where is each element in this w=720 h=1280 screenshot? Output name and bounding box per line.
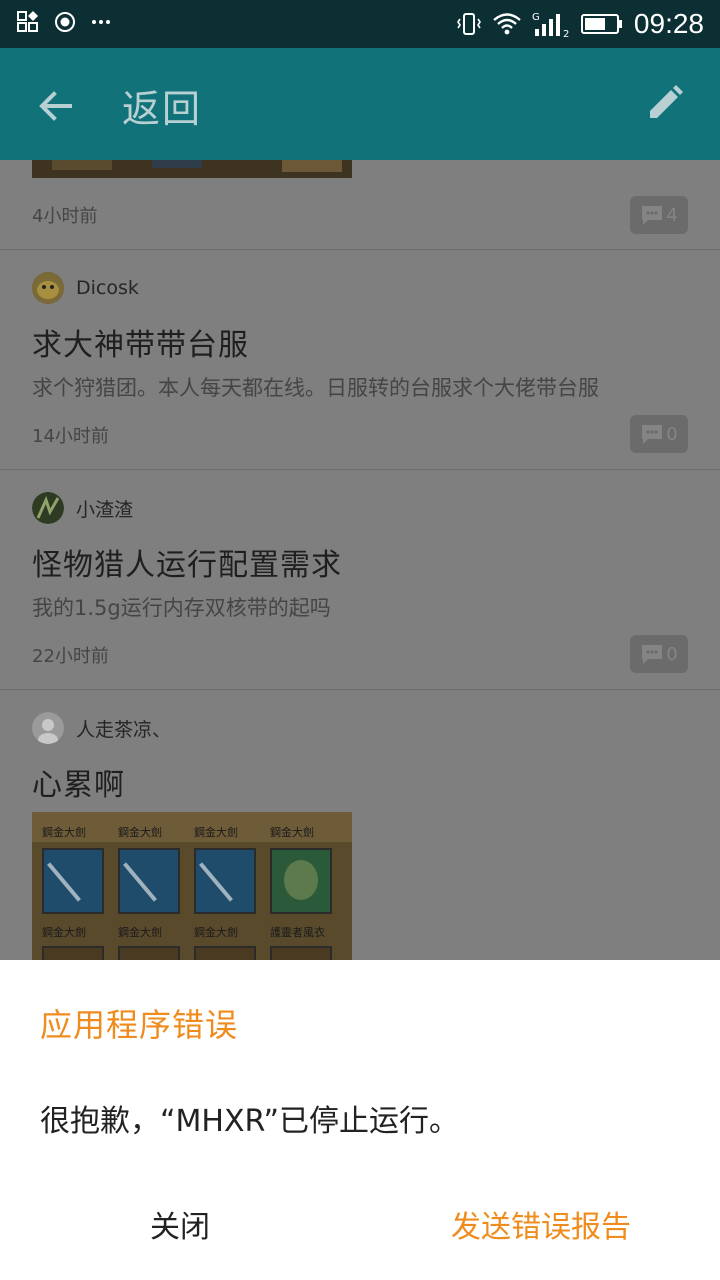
comment-count: 4 (666, 204, 678, 226)
author-name: 人走茶凉、 (76, 718, 172, 741)
status-icons-left (16, 10, 112, 34)
avatar (32, 272, 64, 304)
error-dialog: 应用程序错误 很抱歉，“MHXR”已停止运行。 关闭 发送错误报告 (0, 960, 720, 1280)
item-label: 鋼金大劍 (42, 926, 86, 939)
item-label: 鋼金大劍 (270, 826, 314, 839)
post-time: 14小时前 (32, 426, 109, 447)
post-image[interactable]: 鋼金大劍 鋼金大劍 鋼金大劍 鋼金大劍 鋼金大劍 鋼金大劍 鋼金大劍 護靈者風衣 (32, 812, 352, 960)
sim-index: 2 (563, 29, 569, 39)
status-bar: G 2 09:28 (0, 0, 720, 48)
item-label: 鋼金大劍 (194, 926, 238, 939)
author-name: Dicosk (76, 277, 139, 299)
post-title[interactable]: 求大神带带台服 (32, 320, 249, 364)
post-title[interactable]: 心累啊 (32, 760, 125, 804)
item-label: 鋼金大劍 (42, 826, 86, 839)
item-label: 護靈者風衣 (270, 926, 325, 939)
comment-icon (642, 645, 663, 664)
page-title[interactable]: 返回 (122, 78, 202, 133)
close-button[interactable]: 关闭 (80, 1198, 280, 1258)
status-icons-right: G 2 09:28 (456, 6, 704, 42)
more-dots-icon (92, 20, 110, 24)
comment-count-badge[interactable]: 4 (630, 196, 688, 234)
list-item[interactable]: 小渣渣 怪物猎人运行配置需求 我的1.5g运行内存双核带的起吗 22小时前 0 (0, 470, 720, 690)
post-excerpt: 求个狩猎团。本人每天都在线。日服转的台服求个大佬带台服 (32, 376, 599, 400)
comment-count: 0 (666, 643, 678, 665)
comment-count: 0 (666, 423, 678, 445)
wifi-icon (493, 13, 521, 35)
dialog-title: 应用程序错误 (40, 1006, 239, 1044)
post-excerpt: 我的1.5g运行内存双核带的起吗 (32, 596, 331, 620)
comment-icon (642, 425, 663, 444)
comment-icon (642, 206, 663, 225)
app-bar: 返回 (0, 48, 720, 160)
signal-icon: G 2 (532, 12, 569, 39)
arrow-left-icon[interactable] (34, 84, 78, 128)
avatar (32, 492, 64, 524)
app-grid-icon (17, 11, 38, 32)
item-label: 鋼金大劍 (118, 926, 162, 939)
post-image (32, 160, 352, 178)
list-item[interactable]: Dicosk 求大神带带台服 求个狩猎团。本人每天都在线。日服转的台服求个大佬带… (0, 250, 720, 470)
battery-icon (580, 14, 622, 34)
send-error-report-button[interactable]: 发送错误报告 (410, 1198, 672, 1258)
signal-label: G (532, 12, 540, 23)
author-name: 小渣渣 (76, 498, 134, 521)
list-item[interactable]: 人走茶凉、 心累啊 鋼金大劍 鋼金大劍 鋼金大劍 鋼金大劍 鋼金大劍 鋼金大劍 … (0, 690, 720, 960)
post-author[interactable]: Dicosk (32, 272, 139, 304)
pencil-icon[interactable] (642, 82, 686, 126)
avatar (32, 712, 64, 744)
item-label: 鋼金大劍 (194, 826, 238, 839)
post-list: 4小时前 4 Dicosk 求大神带带台服 求个狩猎团。本人每天都在线。日服转的… (0, 160, 720, 960)
list-item[interactable]: 4小时前 4 (0, 160, 720, 250)
status-time: 09:28 (633, 8, 704, 39)
dialog-message: 很抱歉，“MHXR”已停止运行。 (40, 1104, 460, 1139)
post-author[interactable]: 人走茶凉、 (32, 712, 171, 744)
post-author[interactable]: 小渣渣 (32, 492, 133, 524)
post-time: 22小时前 (32, 646, 109, 667)
vibrate-icon (456, 13, 481, 35)
item-label: 鋼金大劍 (118, 826, 162, 839)
post-time: 4小时前 (32, 206, 98, 227)
comment-count-badge[interactable]: 0 (630, 635, 688, 673)
comment-count-badge[interactable]: 0 (630, 415, 688, 453)
post-title[interactable]: 怪物猎人运行配置需求 (32, 540, 342, 584)
record-icon (55, 12, 75, 32)
